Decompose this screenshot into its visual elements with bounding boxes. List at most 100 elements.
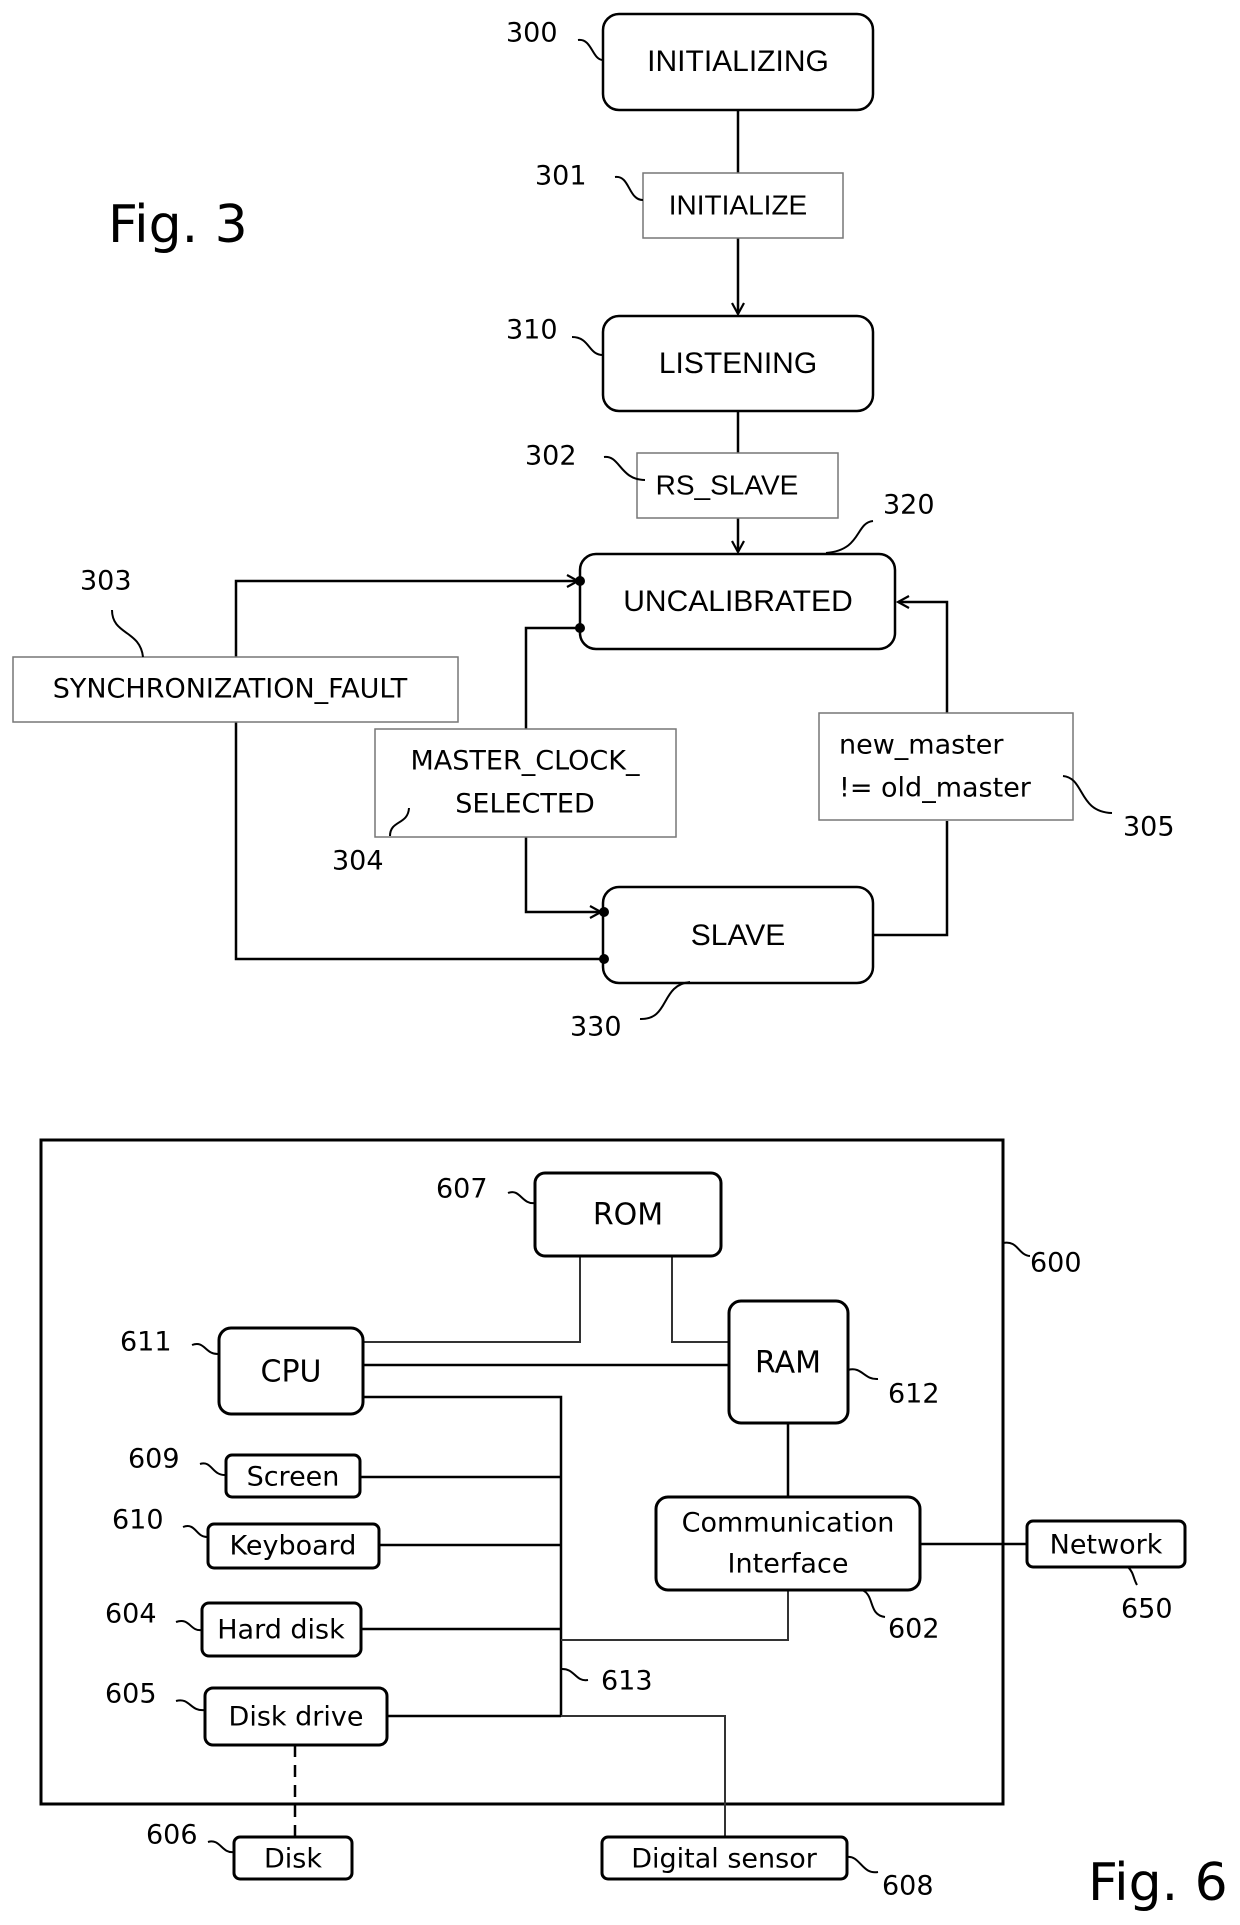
leader-line [846, 1855, 879, 1874]
ref-608: 608 [882, 1871, 934, 1902]
transition-rs-slave: RS_SLAVE [636, 452, 839, 519]
device-outline [39, 1138, 1005, 1806]
leader-line [182, 1525, 209, 1538]
system-bus [363, 1395, 563, 1716]
fig6-title: Fig. 6 [1088, 1853, 1228, 1913]
state-uncalibrated-label: UNCALIBRATED [623, 585, 852, 618]
ref-301: 301 [535, 161, 587, 192]
ref-600: 600 [1030, 1248, 1082, 1279]
leader-line [191, 1343, 220, 1356]
leader-line [847, 1368, 879, 1381]
block-ram: RAM [727, 1299, 850, 1425]
block-disk-drive: Disk drive [203, 1686, 389, 1747]
block-hard-disk: Hard disk [200, 1601, 363, 1658]
ref-606: 606 [146, 1820, 198, 1851]
leader-line [560, 1667, 589, 1682]
transition-master-clock: MASTER_CLOCK_ SELECTED [374, 728, 677, 838]
junction-dot [575, 576, 585, 586]
block-cpu: CPU [217, 1326, 365, 1416]
ref-650: 650 [1121, 1594, 1173, 1625]
ref-604: 604 [105, 1599, 157, 1630]
ref-310: 310 [506, 315, 558, 346]
junction-dot [575, 623, 585, 633]
block-comm-interface: Communication Interface [654, 1495, 922, 1592]
block-screen-label: Screen [247, 1462, 340, 1493]
ref-613: 613 [601, 1666, 653, 1697]
block-disk: Disk [232, 1835, 354, 1881]
leader-line [207, 1840, 235, 1854]
fig6: 600 ROM CPU RAM Screen Keyboard Hard dis… [39, 1138, 1228, 1913]
transition-new-master-line1: new_master [839, 730, 1004, 761]
connector-uncalibrated-master-clock [524, 626, 580, 729]
ref-303: 303 [80, 566, 132, 597]
block-network: Network [1025, 1519, 1187, 1569]
connector-slave-new-master [873, 821, 949, 937]
ref-330: 330 [570, 1012, 622, 1043]
block-keyboard-label: Keyboard [230, 1531, 357, 1562]
state-initializing: INITIALIZING [601, 12, 875, 112]
block-keyboard: Keyboard [206, 1522, 381, 1570]
junction-dot [599, 954, 609, 964]
leader-line [571, 336, 604, 356]
leader-line [825, 520, 874, 554]
ref-300: 300 [506, 18, 558, 49]
block-disk-label: Disk [264, 1844, 322, 1875]
block-digital-sensor: Digital sensor [600, 1835, 849, 1881]
block-comm-line1: Communication [682, 1508, 895, 1539]
arrow-new-master-uncalibrated [898, 602, 949, 713]
state-listening: LISTENING [601, 314, 875, 413]
block-screen: Screen [224, 1453, 362, 1499]
patent-figures: Fig. 3 INITIALIZING LISTENING UNCALIBRAT… [12, 12, 1228, 1913]
ref-605: 605 [105, 1679, 157, 1710]
ref-302: 302 [525, 441, 577, 472]
transition-initialize: INITIALIZE [642, 172, 844, 239]
leader-line [507, 1191, 536, 1205]
wire-comm-bus [561, 1590, 789, 1641]
transition-new-master-line2: != old_master [839, 773, 1032, 804]
leader-line [111, 609, 144, 658]
state-slave-label: SLAVE [691, 919, 786, 952]
state-initializing-label: INITIALIZING [647, 45, 829, 78]
fig3: Fig. 3 INITIALIZING LISTENING UNCALIBRAT… [12, 12, 1175, 1043]
leader-line [577, 38, 604, 61]
ref-602: 602 [888, 1614, 940, 1645]
state-slave: SLAVE [601, 885, 875, 985]
wire-rom-cpu [363, 1256, 581, 1343]
ref-612: 612 [888, 1379, 940, 1410]
state-uncalibrated: UNCALIBRATED [578, 552, 897, 651]
transition-sync-fault: SYNCHRONIZATION_FAULT [12, 656, 459, 723]
ref-320: 320 [883, 490, 935, 521]
leader-line [639, 981, 691, 1021]
ref-607: 607 [436, 1174, 488, 1205]
junction-dot [599, 907, 609, 917]
ref-304: 304 [332, 846, 384, 877]
transition-initialize-label: INITIALIZE [669, 189, 807, 220]
leader-line [175, 1699, 206, 1712]
transition-rs-slave-label: RS_SLAVE [656, 469, 799, 500]
fig3-title: Fig. 3 [108, 195, 248, 255]
leader-line [1002, 1241, 1031, 1257]
transition-master-clock-line1: MASTER_CLOCK_ [411, 746, 640, 777]
leader-line [861, 1589, 886, 1618]
block-cpu-label: CPU [261, 1355, 322, 1390]
ref-305: 305 [1123, 812, 1175, 843]
transition-sync-fault-label: SYNCHRONIZATION_FAULT [53, 674, 408, 705]
ref-609: 609 [128, 1444, 180, 1475]
leader-line [1127, 1566, 1138, 1586]
block-ram-label: RAM [755, 1346, 821, 1381]
block-digital-sensor-label: Digital sensor [631, 1844, 818, 1875]
leader-line [199, 1462, 227, 1477]
ref-611: 611 [120, 1327, 172, 1358]
block-network-label: Network [1050, 1530, 1163, 1561]
transition-new-master: new_master != old_master [818, 712, 1074, 821]
block-rom-label: ROM [593, 1198, 663, 1233]
arrow-master-clock-slave [524, 837, 601, 912]
wire-rom-ram [671, 1256, 729, 1343]
leader-line [614, 175, 644, 201]
ref-610: 610 [112, 1505, 164, 1536]
block-comm-line2: Interface [728, 1549, 849, 1580]
transition-master-clock-line2: SELECTED [455, 789, 595, 820]
wire-diskdrive-sensor [387, 1715, 726, 1837]
block-hard-disk-label: Hard disk [217, 1615, 345, 1646]
state-listening-label: LISTENING [659, 347, 817, 380]
